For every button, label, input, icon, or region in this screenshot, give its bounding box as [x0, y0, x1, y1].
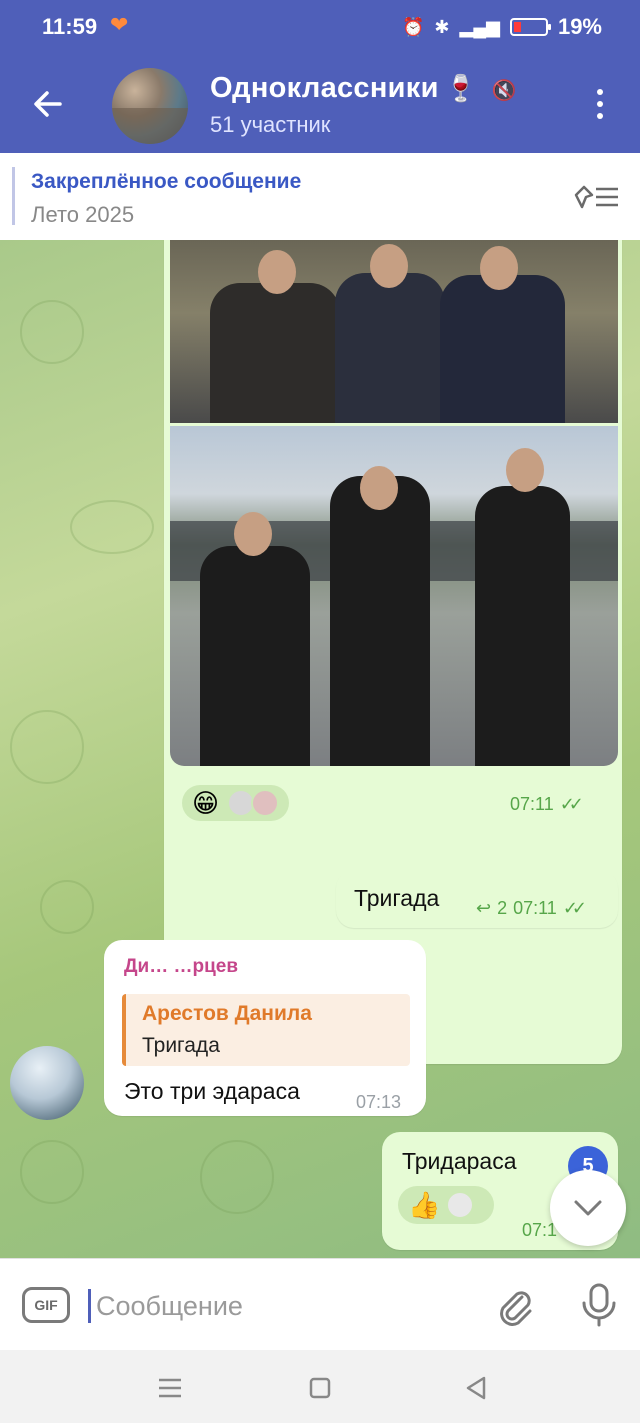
photo-face: [480, 246, 518, 290]
more-vertical-icon: [597, 89, 603, 95]
home-button[interactable]: [304, 1372, 336, 1404]
reactor-avatar: [251, 789, 280, 817]
message-time: 07:11: [513, 898, 557, 918]
status-bar: 11:59 ❤ ⏰ ✱ ▂▄▆ 19%: [0, 0, 640, 52]
back-nav-button[interactable]: [460, 1372, 492, 1404]
quoted-sender: Арестов Данила: [142, 1002, 312, 1025]
photo-face: [360, 466, 398, 510]
muted-icon: 🔇: [491, 80, 517, 102]
status-time: 11:59: [42, 14, 98, 39]
system-navigation-bar: [0, 1350, 640, 1423]
battery-icon: [509, 18, 551, 36]
photo-figure: [210, 283, 340, 423]
message-meta: 07:11 ✓✓: [510, 794, 584, 815]
attach-button[interactable]: [492, 1283, 536, 1327]
back-button[interactable]: [28, 84, 68, 124]
member-count: 51 участник: [210, 112, 331, 137]
photo-face: [234, 512, 272, 556]
paperclip-icon: [500, 1291, 532, 1326]
gif-button[interactable]: GIF: [22, 1287, 70, 1323]
message-time: 07:13: [356, 1092, 402, 1112]
photo-brigada[interactable]: [170, 426, 618, 766]
message-time: 07:1: [522, 1220, 558, 1240]
reply-arrow-icon[interactable]: ↩: [476, 898, 491, 919]
pinned-indicator: [12, 167, 15, 225]
photo-face: [506, 448, 544, 492]
photo-leaders[interactable]: [170, 240, 618, 423]
arrow-left-icon: [34, 91, 62, 117]
read-ticks-icon: ✓✓: [562, 898, 587, 918]
wine-glass-icon: 🍷: [444, 73, 478, 103]
battery-percent: 19%: [557, 14, 602, 39]
message-time: 07:11: [510, 794, 554, 814]
chat-title[interactable]: Одноклассники 🍷 🔇: [210, 72, 517, 105]
signal-4g-icon: ▂▄▆: [459, 16, 500, 37]
sender-avatar[interactable]: [10, 1046, 84, 1120]
message-input[interactable]: [94, 1283, 478, 1329]
outgoing-message[interactable]: Тригада ↩ 2 07:11 ✓✓: [336, 870, 618, 928]
reaction-pill[interactable]: 👍: [398, 1186, 494, 1224]
bluetooth-icon: ✱: [434, 16, 450, 37]
pinned-title: Закреплённое сообщение: [31, 170, 302, 193]
chat-header: 11:59 ❤ ⏰ ✱ ▂▄▆ 19% Одноклассники 🍷 🔇 51 у…: [0, 0, 640, 153]
photo-face: [370, 244, 408, 288]
message-meta: ↩ 2 07:11 ✓✓: [476, 898, 587, 919]
photo-figure: [475, 486, 570, 766]
message-composer: GIF: [0, 1258, 640, 1351]
top-app-bar: Одноклассники 🍷 🔇 51 участник: [0, 52, 640, 153]
reactions-row: 😁: [182, 785, 290, 821]
pinned-text: Лето 2025: [31, 202, 135, 227]
quoted-reply[interactable]: Арестов Данила Тригада: [122, 994, 410, 1066]
pin-list-icon[interactable]: [572, 183, 620, 211]
chevron-down-icon: [574, 1200, 602, 1216]
square-icon: [309, 1377, 331, 1399]
message-list[interactable]: 😁 07:11 ✓✓ Тригада ↩ 2 07:11 ✓✓ Ди… …рце…: [0, 240, 640, 1258]
triangle-back-icon: [466, 1376, 486, 1400]
wallpaper-doodle: [10, 710, 84, 784]
scroll-to-bottom-button[interactable]: [550, 1170, 626, 1246]
alarm-icon: ⏰: [401, 16, 425, 37]
more-menu-button[interactable]: [590, 86, 610, 122]
reaction-pill[interactable]: 😁: [182, 785, 290, 821]
reply-count[interactable]: 2: [497, 898, 507, 919]
photo-figure: [335, 273, 445, 423]
quoted-text: Тригада: [142, 1034, 220, 1057]
group-avatar[interactable]: [112, 68, 188, 144]
text-caret: [88, 1289, 91, 1323]
reactor-avatar: [446, 1191, 475, 1219]
microphone-icon: [582, 1283, 616, 1327]
pinned-message[interactable]: Закреплённое сообщение Лето 2025: [0, 153, 640, 241]
wallpaper-doodle: [200, 1140, 274, 1214]
heart-icon: ❤: [110, 12, 129, 37]
incoming-message[interactable]: Ди… …рцев Арестов Данила Тригада Это три…: [104, 940, 426, 1116]
menu-lines-icon: [159, 1378, 181, 1398]
message-text: Тридараса: [402, 1148, 517, 1174]
photo-figure: [200, 546, 310, 766]
wallpaper-doodle: [40, 880, 94, 934]
read-ticks-icon: ✓✓: [559, 794, 584, 814]
message-text: Тригада: [354, 885, 440, 911]
wallpaper-doodle: [70, 500, 154, 554]
status-icons: ⏰ ✱ ▂▄▆ 19%: [402, 14, 602, 40]
photo-figure: [440, 275, 565, 423]
photo-face: [258, 250, 296, 294]
wallpaper-doodle: [20, 300, 84, 364]
voice-message-button[interactable]: [578, 1281, 620, 1329]
grin-emoji-icon: 😁: [192, 787, 220, 818]
thumbs-up-emoji-icon: 👍: [408, 1189, 441, 1220]
chat-title-text: Одноклассники: [210, 72, 439, 104]
message-text: Это три эдараса: [124, 1078, 300, 1104]
recents-button[interactable]: [154, 1372, 186, 1404]
wallpaper-doodle: [20, 1140, 84, 1204]
photo-figure: [330, 476, 430, 766]
sender-name[interactable]: Ди… …рцев: [124, 956, 238, 978]
